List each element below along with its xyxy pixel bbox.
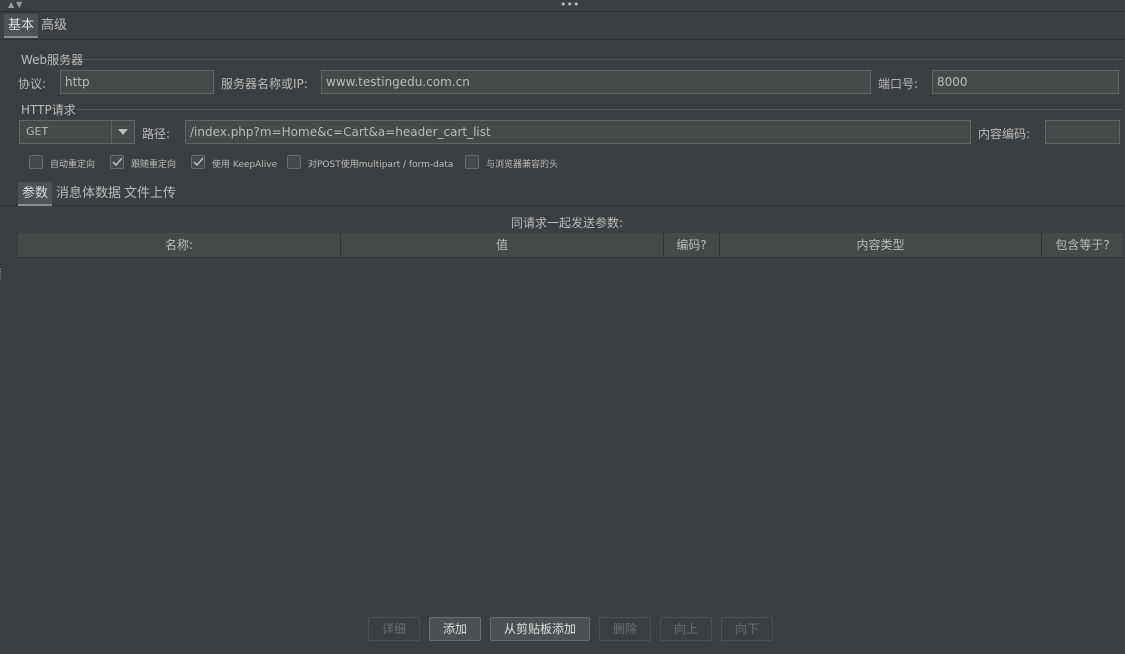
- path-label: 路径:: [142, 127, 171, 141]
- http-request-divider: [76, 109, 1122, 110]
- add-from-clipboard-button[interactable]: 从剪贴板添加: [490, 617, 590, 641]
- auto-redirect-label: 自动重定向: [50, 160, 96, 170]
- column-include-equals[interactable]: 包含等于?: [1042, 233, 1123, 258]
- browser-headers-checkbox[interactable]: [465, 155, 479, 169]
- checkmark-icon: [193, 157, 204, 167]
- column-value[interactable]: 值: [341, 233, 664, 258]
- path-input[interactable]: /index.php?m=Home&c=Cart&a=header_cart_l…: [185, 120, 971, 144]
- params-table-body[interactable]: [18, 259, 1123, 607]
- move-up-button[interactable]: 向上: [660, 617, 712, 641]
- follow-redirect-label: 跟随重定向: [131, 160, 177, 170]
- sub-tab-bar: 参数 消息体数据 文件上传: [0, 182, 1125, 206]
- collapse-arrows-icon[interactable]: ▲▼: [8, 0, 24, 10]
- move-down-button[interactable]: 向下: [721, 617, 773, 641]
- keepalive-label: 使用 KeepAlive: [212, 160, 278, 170]
- method-value: GET: [26, 125, 49, 138]
- column-encode[interactable]: 编码?: [664, 233, 720, 258]
- delete-button[interactable]: 删除: [599, 617, 651, 641]
- params-table-header: 名称: 值 编码? 内容类型 包含等于?: [18, 233, 1123, 258]
- multipart-checkbox[interactable]: [287, 155, 301, 169]
- params-caption: 同请求一起发送参数:: [510, 216, 624, 230]
- tab-advanced[interactable]: 高级: [37, 14, 71, 38]
- browser-headers-label: 与浏览器兼容的头: [486, 160, 559, 170]
- server-input[interactable]: www.testingedu.com.cn: [321, 70, 871, 94]
- encoding-label: 内容编码:: [978, 127, 1031, 141]
- tab-body-data[interactable]: 消息体数据: [52, 182, 125, 206]
- column-name[interactable]: 名称:: [18, 233, 341, 258]
- auto-redirect-checkbox[interactable]: [29, 155, 43, 169]
- port-input[interactable]: 8000: [932, 70, 1119, 94]
- http-request-group-title: HTTP请求: [21, 103, 76, 117]
- method-dropdown-button[interactable]: [111, 121, 134, 143]
- follow-redirect-checkbox[interactable]: [110, 155, 124, 169]
- drag-handle-icon[interactable]: •••: [560, 0, 579, 11]
- top-tab-bar: 基本 高级: [0, 14, 1125, 40]
- multipart-label: 对POST使用multipart / form-data: [308, 160, 454, 170]
- keepalive-checkbox[interactable]: [191, 155, 205, 169]
- checkmark-icon: [112, 157, 123, 167]
- resize-grip[interactable]: [0, 268, 3, 280]
- encoding-input[interactable]: [1045, 120, 1120, 144]
- port-label: 端口号:: [878, 77, 919, 91]
- splitter-bar[interactable]: ▲▼ •••: [0, 0, 1125, 12]
- protocol-input[interactable]: http: [60, 70, 214, 94]
- tab-file-upload[interactable]: 文件上传: [120, 182, 180, 206]
- protocol-label: 协议:: [18, 77, 47, 91]
- web-server-group-title: Web服务器: [21, 53, 84, 67]
- web-server-divider: [84, 59, 1122, 60]
- chevron-down-icon: [118, 129, 128, 135]
- details-button[interactable]: 详细: [368, 617, 420, 641]
- column-content-type[interactable]: 内容类型: [720, 233, 1042, 258]
- add-button[interactable]: 添加: [429, 617, 481, 641]
- server-label: 服务器名称或IP:: [221, 77, 308, 91]
- tab-parameters[interactable]: 参数: [18, 182, 53, 206]
- tab-basic[interactable]: 基本: [4, 14, 39, 38]
- method-select[interactable]: GET: [19, 120, 135, 144]
